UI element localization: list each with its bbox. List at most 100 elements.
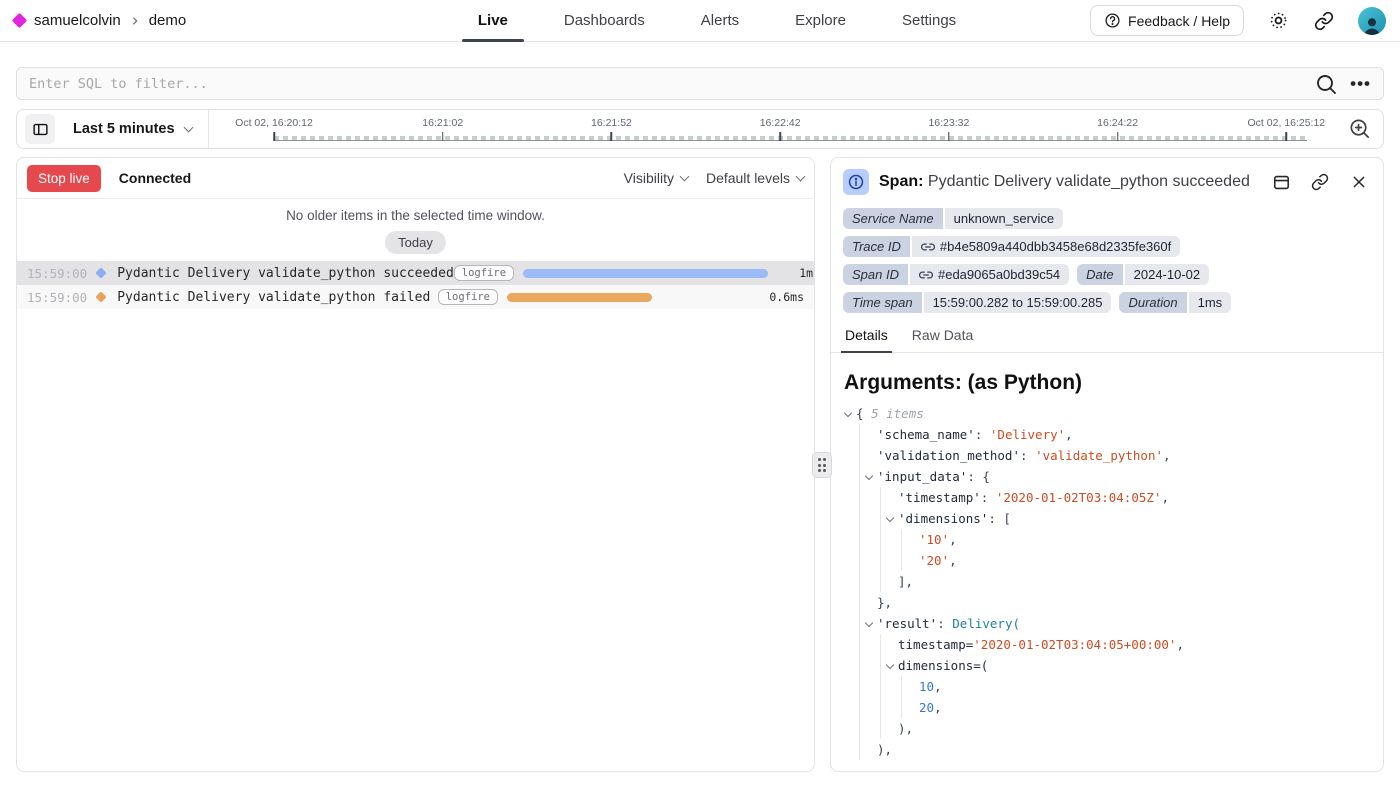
live-view-panel: Stop live Connected Visibility Default l…: [16, 157, 815, 772]
nav-tab-explore[interactable]: Explore: [771, 0, 870, 41]
grip-dots-icon: [818, 458, 827, 472]
attribute-pill-time-span: Time span15:59:00.282 to 15:59:00.285: [843, 292, 1111, 313]
log-timestamp: 15:59:00: [27, 290, 87, 305]
code-line: 'validation_method': 'validate_python',: [844, 445, 1370, 466]
indent-guide: [880, 697, 881, 718]
time-range-label: Last 5 minutes: [73, 121, 175, 137]
indent-guide: [859, 613, 860, 634]
expand-chevron-icon[interactable]: [865, 619, 873, 627]
stop-live-button[interactable]: Stop live: [27, 165, 101, 192]
log-tag-badge: logfire: [454, 265, 514, 281]
sql-filter-input[interactable]: [17, 76, 1314, 92]
attribute-label: Date: [1077, 264, 1122, 285]
zoom-in-icon: [1348, 117, 1371, 140]
indent-guide: [880, 655, 881, 676]
logfire-logo-icon[interactable]: [12, 13, 28, 29]
default-levels-dropdown[interactable]: Default levels: [706, 170, 804, 186]
nav-tab-dashboards[interactable]: Dashboards: [540, 0, 669, 41]
share-link-button[interactable]: [1312, 9, 1336, 33]
visibility-dropdown[interactable]: Visibility: [624, 170, 688, 186]
search-icon[interactable]: [1314, 72, 1338, 96]
time-range-dropdown[interactable]: Last 5 minutes: [73, 121, 192, 137]
expand-chevron-icon[interactable]: [886, 514, 894, 522]
chevron-down-icon: [680, 171, 690, 181]
tab-details[interactable]: Details: [845, 327, 888, 352]
panel-resize-handle[interactable]: [812, 452, 832, 478]
indent-guide: [880, 571, 881, 592]
code-line: 'schema_name': 'Delivery',: [844, 424, 1370, 445]
theme-toggle-button[interactable]: [1266, 9, 1290, 33]
chevron-down-icon: [183, 122, 193, 132]
code-line: 'dimensions': [: [844, 508, 1370, 529]
code-line: { 5 items: [844, 403, 1370, 424]
attribute-pill-trace-id: Trace ID#b4e5809a440dbb3458e68d2335fe360…: [843, 236, 1180, 257]
log-level-diamond-icon: [96, 291, 107, 302]
empty-state-message: No older items in the selected time wind…: [17, 208, 814, 223]
indent-guide: [859, 739, 860, 760]
timeline-tick-mark: [779, 132, 781, 141]
attribute-value[interactable]: #b4e5809a440dbb3458e68d2335fe360f: [912, 236, 1180, 257]
close-icon: [1351, 174, 1367, 190]
log-duration: 1ms: [768, 266, 815, 280]
span-detail-panel: Span: Pydantic Delivery validate_python …: [830, 157, 1384, 772]
timeline-baseline: [274, 140, 1307, 141]
indent-guide: [880, 529, 881, 550]
log-message: Pydantic Delivery validate_python succee…: [117, 266, 454, 281]
log-row[interactable]: 15:59:00 Pydantic Delivery validate_pytho…: [17, 285, 814, 309]
attribute-row: Service Nameunknown_service: [843, 208, 1371, 229]
expand-chevron-icon[interactable]: [886, 661, 894, 669]
code-line: timestamp='2020-01-02T03:04:05+00:00',: [844, 634, 1370, 655]
feedback-help-label: Feedback / Help: [1128, 13, 1230, 29]
sidebar-toggle-button[interactable]: [25, 114, 55, 144]
timeline-ruler[interactable]: Oct 02, 16:20:1216:21:0216:21:5216:22:42…: [274, 110, 1307, 148]
indent-guide: [901, 529, 902, 550]
sql-more-options-button[interactable]: •••: [1350, 75, 1371, 92]
attribute-label: Span ID: [843, 264, 908, 285]
span-title: Span: Pydantic Delivery validate_python …: [879, 173, 1250, 191]
feedback-help-button[interactable]: Feedback / Help: [1090, 5, 1244, 36]
span-detail-header: Span: Pydantic Delivery validate_python …: [831, 158, 1383, 201]
attribute-value[interactable]: #eda9065a0bd39c54: [910, 264, 1069, 285]
nav-tab-live[interactable]: Live: [454, 0, 532, 41]
visibility-label: Visibility: [624, 170, 674, 186]
code-line: },: [844, 592, 1370, 613]
expand-chevron-icon[interactable]: [844, 409, 852, 417]
indent-guide: [880, 718, 881, 739]
span-attributes: Service Nameunknown_service Trace ID#b4e5…: [831, 201, 1383, 313]
log-message: Pydantic Delivery validate_python failed: [117, 290, 430, 305]
code-line: 20,: [844, 697, 1370, 718]
nav-tab-settings[interactable]: Settings: [878, 0, 980, 41]
nav-tab-alerts[interactable]: Alerts: [677, 0, 763, 41]
dock-panel-button[interactable]: [1269, 170, 1293, 194]
code-line: 10,: [844, 676, 1370, 697]
duration-bar-track: [507, 293, 752, 302]
timeline-tick-label: 16:21:52: [591, 117, 632, 129]
duration-bar: [507, 293, 652, 302]
header-actions: Feedback / Help: [1090, 5, 1386, 36]
sun-icon: [1268, 10, 1289, 31]
close-panel-button[interactable]: [1347, 170, 1371, 194]
arguments-code-tree[interactable]: { 5 items'schema_name': 'Delivery','vali…: [831, 401, 1383, 771]
user-avatar[interactable]: [1358, 7, 1386, 35]
indent-guide: [859, 571, 860, 592]
indent-guide: [859, 466, 860, 487]
breadcrumb-project[interactable]: demo: [149, 12, 187, 29]
copy-link-button[interactable]: [1308, 170, 1332, 194]
panel-left-icon: [32, 121, 49, 138]
indent-guide: [880, 550, 881, 571]
connection-status: Connected: [119, 170, 191, 186]
attribute-row: Time span15:59:00.282 to 15:59:00.285Dur…: [843, 292, 1371, 313]
indent-guide: [859, 529, 860, 550]
indent-guide: [859, 508, 860, 529]
timeline-zoom-in-button[interactable]: [1347, 116, 1371, 140]
dock-panel-icon: [1272, 173, 1291, 192]
log-row[interactable]: 15:59:00Pydantic Delivery validate_pytho…: [17, 261, 814, 285]
person-silhouette-icon: [1361, 15, 1383, 35]
attribute-value: 2024-10-02: [1125, 264, 1210, 285]
tab-raw-data[interactable]: Raw Data: [912, 327, 973, 352]
live-panel-toolbar: Stop live Connected Visibility Default l…: [17, 158, 814, 199]
breadcrumb-org[interactable]: samuelcolvin: [34, 12, 121, 29]
indent-guide: [859, 487, 860, 508]
today-badge: Today: [385, 231, 446, 254]
expand-chevron-icon[interactable]: [865, 472, 873, 480]
